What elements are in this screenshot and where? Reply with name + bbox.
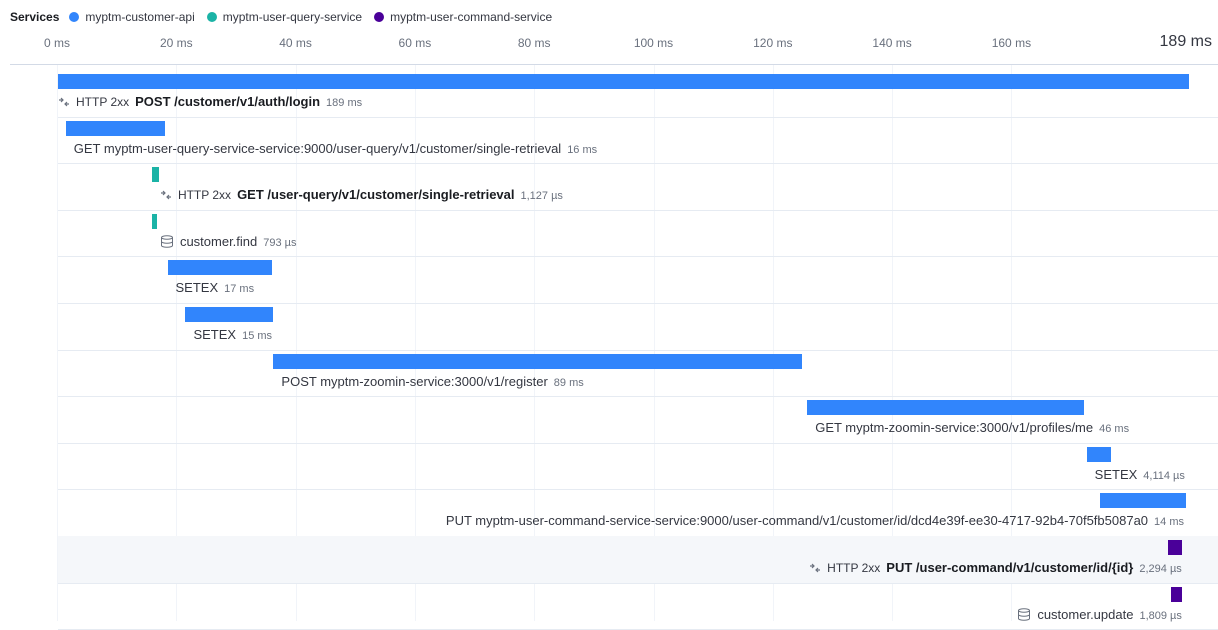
axis-max-label: 189 ms — [1159, 33, 1212, 50]
span-row[interactable]: SETEX 15 ms — [58, 303, 1218, 351]
span-bar[interactable] — [273, 353, 802, 369]
span-row[interactable]: HTTP 2xx GET /user-query/v1/customer/sing… — [58, 163, 1218, 211]
span-duration: 2,294 µs — [1139, 563, 1182, 575]
span-row[interactable]: POST myptm-zoomin-service:3000/v1/regist… — [58, 350, 1218, 398]
span-label: POST myptm-zoomin-service:3000/v1/regist… — [281, 374, 583, 389]
database-icon — [1017, 607, 1031, 622]
span-bar[interactable] — [1086, 446, 1112, 462]
span-name: GET /user-query/v1/customer/single-retri… — [237, 187, 515, 203]
span-label: HTTP 2xx POST /customer/v1/auth/login 189 … — [58, 94, 362, 109]
axis-tick-label: 80 ms — [517, 36, 551, 50]
span-name: customer.find — [179, 233, 258, 249]
service-color-dot — [374, 12, 385, 22]
legend-service-name: myptm-user-command-service — [390, 10, 553, 24]
span-name: SETEX — [193, 327, 237, 342]
span-row[interactable]: GET myptm-user-query-service-service:900… — [58, 117, 1218, 165]
span-row[interactable]: SETEX 4,114 µs — [58, 443, 1218, 491]
span-bar[interactable] — [167, 260, 272, 276]
span-duration: 4,114 µs — [1143, 469, 1185, 482]
service-color-dot — [206, 12, 217, 22]
span-name: POST myptm-zoomin-service:3000/v1/regist… — [281, 373, 548, 389]
axis-tick-label: 40 ms — [279, 36, 312, 50]
span-name: POST /customer/v1/auth/login — [135, 94, 321, 109]
timeline-axis: 0 ms 20 ms 40 ms 60 ms 80 ms 100 ms 120 ms 140 … — [0, 33, 1218, 54]
span-name: GET myptm-user-query-service-service:900… — [73, 140, 562, 156]
span-name: customer.update — [1037, 606, 1134, 622]
transaction-icon — [58, 95, 70, 109]
span-name: PUT myptm-user-command-service-service:9… — [445, 513, 1149, 529]
span-label: customer.find 793 µs — [160, 234, 297, 249]
span-duration: 189 ms — [326, 97, 363, 109]
span-duration: 15 ms — [242, 330, 273, 342]
span-bar[interactable] — [151, 167, 159, 183]
transaction-icon — [809, 561, 821, 575]
span-bar[interactable] — [185, 307, 273, 322]
span-duration: 1,127 µs — [520, 190, 563, 203]
axis-tick-label: 160 ms — [991, 36, 1032, 50]
legend-item-user-query-service: myptm-user-query-service — [206, 10, 363, 24]
axis-tick-label: 100 ms — [633, 36, 674, 50]
span-row[interactable]: customer.update 1,809 µs — [58, 583, 1218, 630]
services-legend: Services myptm-customer-api myptm-user-q… — [10, 9, 564, 25]
span-duration: 89 ms — [553, 376, 584, 389]
span-duration: 46 ms — [1099, 423, 1130, 436]
legend-title: Services — [10, 10, 60, 24]
span-label: PUT myptm-user-command-service-service:9… — [446, 513, 1184, 528]
span-label: SETEX 15 ms — [193, 327, 272, 342]
legend-item-user-command-service: myptm-user-command-service — [374, 10, 552, 24]
axis-tick-label: 20 ms — [159, 36, 193, 50]
span-duration: 1,809 µs — [1139, 609, 1182, 622]
span-bar[interactable] — [1100, 493, 1186, 509]
span-row[interactable]: HTTP 2xx PUT /user-command/v1/customer/id… — [58, 536, 1218, 584]
span-label: HTTP 2xx GET /user-query/v1/customer/sing… — [160, 187, 563, 202]
span-row[interactable]: GET myptm-zoomin-service:3000/v1/profile… — [58, 396, 1218, 444]
legend-item-customer-api: myptm-customer-api — [69, 10, 195, 24]
span-bar[interactable] — [58, 74, 1189, 89]
span-duration: 14 ms — [1154, 516, 1184, 529]
span-bar[interactable] — [1168, 540, 1182, 555]
http-status: HTTP 2xx — [177, 188, 232, 203]
axis-divider — [10, 64, 1218, 65]
span-row[interactable]: customer.find 793 µs — [58, 210, 1218, 258]
axis-tick-label: 0 ms — [43, 36, 71, 50]
span-label: customer.update 1,809 µs — [1017, 607, 1182, 622]
span-bar[interactable] — [151, 213, 157, 229]
axis-tick-label: 120 ms — [753, 36, 793, 50]
span-duration: 793 µs — [263, 236, 297, 249]
span-label: HTTP 2xx PUT /user-command/v1/customer/id… — [809, 560, 1182, 575]
span-label: GET myptm-user-query-service-service:900… — [74, 141, 597, 156]
transaction-icon — [160, 188, 172, 202]
span-duration: 16 ms — [567, 143, 598, 156]
span-row[interactable]: HTTP 2xx POST /customer/v1/auth/login 189 … — [58, 70, 1218, 118]
legend-service-name: myptm-customer-api — [85, 10, 195, 24]
span-label: SETEX 4,114 µs — [1095, 467, 1185, 482]
axis-tick-label: 140 ms — [872, 36, 912, 50]
span-duration: 17 ms — [224, 283, 255, 296]
span-name: SETEX — [1094, 466, 1138, 482]
http-status: HTTP 2xx — [827, 561, 881, 575]
span-bar[interactable] — [1171, 586, 1182, 602]
span-name: PUT /user-command/v1/customer/id/{id} — [886, 560, 1134, 575]
span-bar[interactable] — [807, 400, 1084, 416]
span-label: SETEX 17 ms — [176, 280, 255, 295]
database-icon — [160, 234, 174, 249]
span-bar[interactable] — [65, 120, 165, 136]
span-name: SETEX — [175, 280, 219, 296]
span-name: GET myptm-zoomin-service:3000/v1/profile… — [815, 420, 1094, 436]
http-status: HTTP 2xx — [76, 95, 130, 109]
service-color-dot — [69, 12, 80, 22]
span-row[interactable]: SETEX 17 ms — [58, 256, 1218, 304]
legend-service-name: myptm-user-query-service — [222, 10, 363, 24]
axis-tick-label: 60 ms — [398, 36, 432, 50]
span-row[interactable]: PUT myptm-user-command-service-service:9… — [58, 489, 1218, 537]
span-label: GET myptm-zoomin-service:3000/v1/profile… — [815, 420, 1129, 435]
